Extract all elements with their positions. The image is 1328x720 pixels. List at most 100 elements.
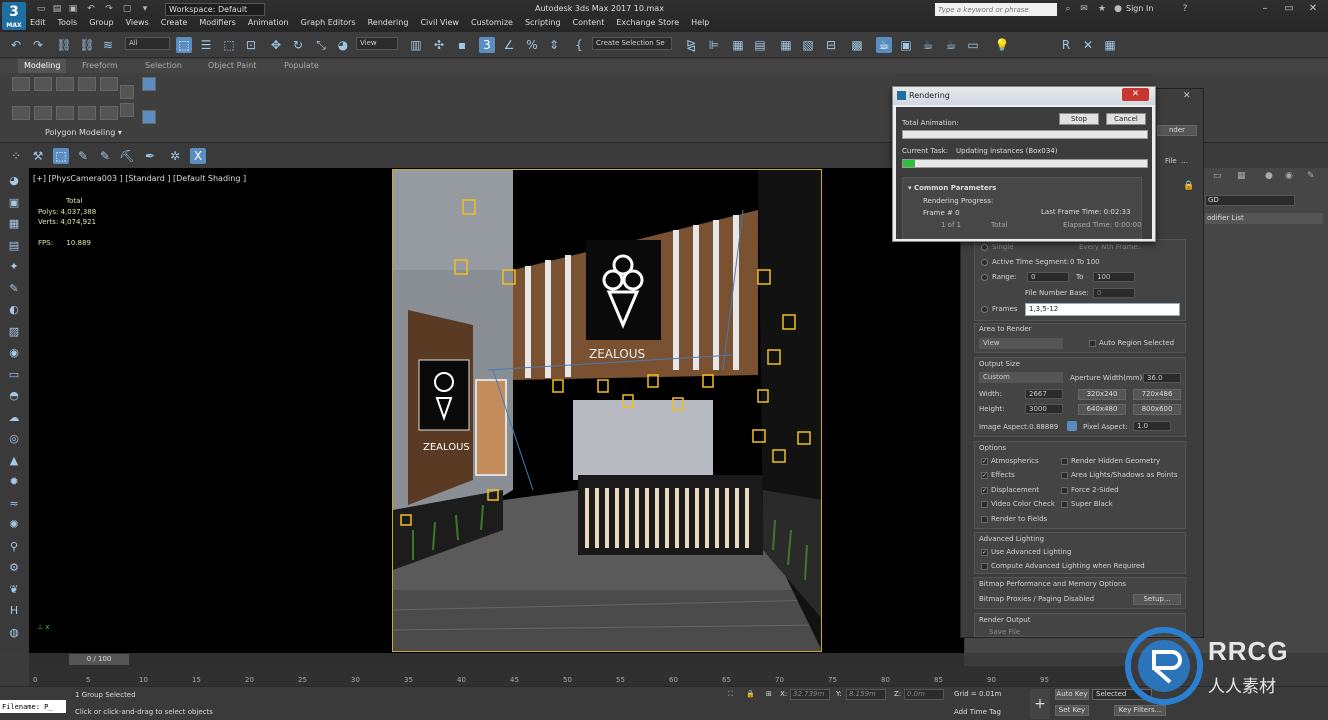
close-icon[interactable]: ✕ bbox=[1183, 91, 1191, 101]
place-icon[interactable]: ◕ bbox=[335, 37, 351, 53]
link-icon[interactable]: ⛓ bbox=[56, 37, 72, 53]
area-lights-checkbox[interactable] bbox=[1061, 472, 1068, 479]
active-time-radio[interactable] bbox=[981, 259, 988, 266]
select-by-name-icon[interactable]: ☰ bbox=[198, 37, 214, 53]
preset-button[interactable]: 640x480 bbox=[1078, 404, 1126, 415]
frames-input[interactable]: 1,3,5-12 bbox=[1025, 303, 1180, 316]
menu-civil-view[interactable]: Civil View bbox=[420, 18, 459, 27]
spinner-snap-icon[interactable]: ⇕ bbox=[546, 37, 562, 53]
deform-icon[interactable]: ◐ bbox=[6, 303, 22, 317]
brush-icon[interactable]: ✎ bbox=[6, 282, 22, 296]
lock-aspect-icon[interactable] bbox=[1067, 421, 1077, 431]
close-button[interactable]: ✕ bbox=[1302, 2, 1324, 16]
ribbon-tab-modeling[interactable]: Modeling bbox=[18, 59, 67, 73]
auto-region-checkbox[interactable] bbox=[1089, 340, 1096, 347]
rect-selection-icon[interactable]: ⬚ bbox=[221, 37, 237, 53]
ribbon-button[interactable] bbox=[56, 106, 74, 120]
curve-editor-icon[interactable]: ▧ bbox=[800, 37, 816, 53]
pivot-center-icon[interactable]: ▥ bbox=[408, 37, 424, 53]
pixel-aspect-spinner[interactable]: 1.0 bbox=[1133, 421, 1171, 431]
light-icon[interactable]: ✦ bbox=[6, 260, 22, 274]
range-radio[interactable] bbox=[981, 274, 988, 281]
aperture-spinner[interactable]: 36.0 bbox=[1143, 373, 1181, 383]
modify-tab-icon[interactable]: ▦ bbox=[1237, 171, 1246, 181]
tools-icon[interactable]: ✕ bbox=[1080, 37, 1096, 53]
help-icon[interactable]: ? bbox=[1180, 4, 1190, 14]
move-icon[interactable]: ✥ bbox=[268, 37, 284, 53]
menu-create[interactable]: Create bbox=[161, 18, 188, 27]
rect-icon[interactable]: ▭ bbox=[6, 368, 22, 382]
unlink-icon[interactable]: ⛓ bbox=[79, 37, 95, 53]
ribbon-tab-populate[interactable]: Populate bbox=[284, 61, 319, 70]
railclone-icon[interactable]: R bbox=[1058, 37, 1074, 53]
preset-button[interactable]: 320x240 bbox=[1078, 389, 1126, 400]
isolate-icon[interactable]: ⛶ bbox=[728, 690, 733, 699]
rotate-icon[interactable]: ↻ bbox=[290, 37, 306, 53]
save-icon[interactable]: ▣ bbox=[68, 4, 78, 14]
menu-rendering[interactable]: Rendering bbox=[368, 18, 409, 27]
search-input[interactable] bbox=[935, 3, 1057, 16]
wave-icon[interactable]: ≈ bbox=[6, 497, 22, 511]
fire-icon[interactable]: ✺ bbox=[6, 518, 22, 532]
redo-icon[interactable]: ↷ bbox=[104, 4, 114, 14]
ribbon-tab-selection[interactable]: Selection bbox=[145, 61, 182, 70]
redo-icon[interactable]: ↷ bbox=[30, 37, 46, 53]
render-in-cloud-icon[interactable]: ▭ bbox=[965, 37, 981, 53]
render-button[interactable]: nder bbox=[1157, 125, 1197, 136]
bind-space-warp-icon[interactable]: ≋ bbox=[100, 37, 116, 53]
communication-center-icon[interactable]: ✉ bbox=[1079, 4, 1089, 14]
menu-customize[interactable]: Customize bbox=[471, 18, 513, 27]
ribbon-button[interactable] bbox=[142, 110, 156, 124]
displacement-checkbox[interactable]: ✓ bbox=[981, 487, 988, 494]
cancel-button[interactable]: Cancel bbox=[1106, 113, 1146, 125]
ribbon-toggle-icon[interactable]: ▦ bbox=[778, 37, 794, 53]
menu-exchange-store[interactable]: Exchange Store bbox=[616, 18, 679, 27]
menu-content[interactable]: Content bbox=[573, 18, 605, 27]
cloud-icon[interactable]: ☁ bbox=[6, 411, 22, 425]
render-iterative-icon[interactable]: ☕ bbox=[943, 37, 959, 53]
render-hidden-checkbox[interactable] bbox=[1061, 458, 1068, 465]
search-icon[interactable]: ⌕ bbox=[1063, 4, 1073, 14]
paint-icon[interactable]: ⛏ bbox=[119, 148, 135, 164]
use-adv-lighting-checkbox[interactable]: ✓ bbox=[981, 549, 988, 556]
plus-icon[interactable]: + bbox=[1030, 689, 1050, 719]
snaps-icon[interactable]: ⁘ bbox=[8, 148, 24, 164]
minimize-button[interactable]: – bbox=[1254, 2, 1276, 16]
leaf-icon[interactable]: ❦ bbox=[6, 583, 22, 597]
menu-group[interactable]: Group bbox=[89, 18, 113, 27]
lock-icon[interactable]: 🔒 bbox=[1183, 181, 1194, 191]
window-crossing-icon[interactable]: ⊡ bbox=[243, 37, 259, 53]
more-icon[interactable]: … bbox=[1181, 157, 1188, 165]
pin-icon[interactable]: ⚲ bbox=[6, 540, 22, 554]
pen-icon[interactable]: ✒ bbox=[142, 148, 158, 164]
frames-radio[interactable] bbox=[981, 306, 988, 313]
undo-icon[interactable]: ↶ bbox=[86, 4, 96, 14]
super-black-checkbox[interactable] bbox=[1061, 501, 1068, 508]
open-file-icon[interactable]: ▤ bbox=[52, 4, 62, 14]
edit-icon[interactable]: ✎ bbox=[97, 148, 113, 164]
create-tab-icon[interactable]: ▭ bbox=[1213, 171, 1222, 181]
ribbon-button[interactable] bbox=[78, 106, 96, 120]
cone-icon[interactable]: ▲ bbox=[6, 454, 22, 468]
menu-scripting[interactable]: Scripting bbox=[525, 18, 561, 27]
menu-animation[interactable]: Animation bbox=[248, 18, 289, 27]
scatter-icon[interactable]: ✲ bbox=[167, 148, 183, 164]
menu-help[interactable]: Help bbox=[691, 18, 709, 27]
modifier-list-dropdown[interactable]: odifier List bbox=[1205, 213, 1323, 224]
grid-icon[interactable]: ▦ bbox=[6, 217, 22, 231]
snap-3d-icon[interactable]: 3 bbox=[479, 37, 495, 53]
sun-icon[interactable]: ✹ bbox=[6, 475, 22, 489]
box-icon[interactable]: ▣ bbox=[6, 196, 22, 210]
percent-snap-icon[interactable]: % bbox=[524, 37, 540, 53]
material-editor-icon[interactable]: ▩ bbox=[849, 37, 865, 53]
add-time-tag[interactable]: Add Time Tag bbox=[954, 708, 1001, 716]
menu-modifiers[interactable]: Modifiers bbox=[199, 18, 236, 27]
output-size-dropdown[interactable]: Custom bbox=[979, 372, 1063, 383]
video-color-checkbox[interactable] bbox=[981, 501, 988, 508]
camera-icon[interactable]: ◉ bbox=[6, 346, 22, 360]
range-to-spinner[interactable]: 100 bbox=[1093, 272, 1135, 282]
single-radio[interactable] bbox=[981, 244, 988, 251]
viewport-label[interactable]: [+] [PhysCamera003 ] [Standard ] [Defaul… bbox=[33, 174, 246, 183]
object-name-field[interactable]: GD bbox=[1205, 195, 1295, 206]
schematic-view-icon[interactable]: ⊟ bbox=[823, 37, 839, 53]
